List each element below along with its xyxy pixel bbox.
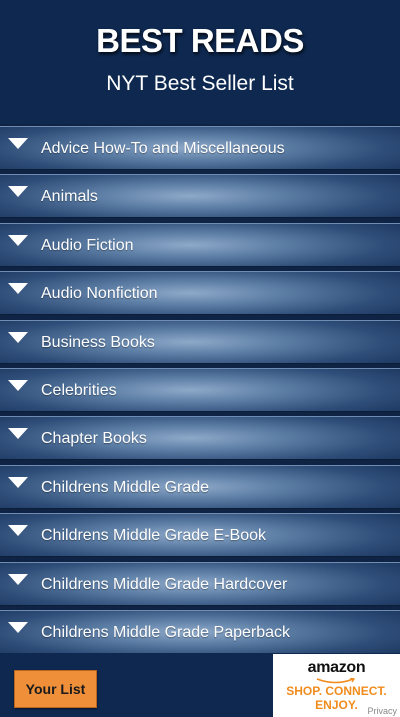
triangle-down-icon xyxy=(8,331,28,343)
category-row[interactable]: Childrens Middle Grade Hardcover xyxy=(0,561,400,606)
app-header: BEST READS NYT Best Seller List xyxy=(0,0,400,124)
category-label: Audio Fiction xyxy=(41,236,134,254)
category-label: Childrens Middle Grade Paperback xyxy=(41,623,291,641)
app-title: BEST READS xyxy=(96,22,304,59)
ad-privacy-link[interactable]: Privacy xyxy=(367,706,397,716)
category-row[interactable]: Celebrities xyxy=(0,367,400,412)
category-label: Childrens Middle Grade E-Book xyxy=(41,527,266,545)
triangle-down-icon xyxy=(8,573,28,585)
triangle-down-icon xyxy=(8,186,28,198)
triangle-down-icon xyxy=(8,525,28,537)
category-row[interactable]: Childrens Middle Grade xyxy=(0,464,400,509)
category-label: Animals xyxy=(41,188,98,206)
category-row[interactable]: Advice How-To and Miscellaneous xyxy=(0,126,400,170)
category-row[interactable]: Animals xyxy=(0,174,400,219)
amazon-logo: amazon xyxy=(307,659,366,676)
footer-bar: Your List amazon SHOP. CONNECT. ENJOY. P… xyxy=(0,653,400,717)
your-list-button[interactable]: Your List xyxy=(14,670,97,708)
category-label: Childrens Middle Grade xyxy=(41,478,210,496)
ad-tagline-line1: SHOP. CONNECT. xyxy=(286,684,387,698)
category-label: Chapter Books xyxy=(41,430,147,448)
triangle-down-icon xyxy=(8,621,28,633)
triangle-down-icon xyxy=(8,138,28,149)
category-row[interactable]: Business Books xyxy=(0,319,400,364)
amazon-ad-banner[interactable]: amazon SHOP. CONNECT. ENJOY. Privacy xyxy=(273,654,400,717)
category-list: Advice How-To and Miscellaneous Animals … xyxy=(0,126,400,658)
triangle-down-icon xyxy=(8,283,28,295)
app-subtitle: NYT Best Seller List xyxy=(106,72,294,95)
triangle-down-icon xyxy=(8,428,28,440)
triangle-down-icon xyxy=(8,476,28,488)
category-row[interactable]: Childrens Middle Grade Paperback xyxy=(0,609,400,654)
category-row[interactable]: Audio Nonfiction xyxy=(0,271,400,316)
category-label: Business Books xyxy=(41,333,155,351)
category-label: Advice How-To and Miscellaneous xyxy=(41,140,285,157)
triangle-down-icon xyxy=(8,379,28,391)
category-label: Audio Nonfiction xyxy=(41,285,158,303)
category-label: Childrens Middle Grade Hardcover xyxy=(41,575,288,593)
category-row[interactable]: Audio Fiction xyxy=(0,222,400,267)
triangle-down-icon xyxy=(8,234,28,246)
category-row[interactable]: Chapter Books xyxy=(0,416,400,461)
category-label: Celebrities xyxy=(41,381,117,399)
category-row[interactable]: Childrens Middle Grade E-Book xyxy=(0,513,400,558)
